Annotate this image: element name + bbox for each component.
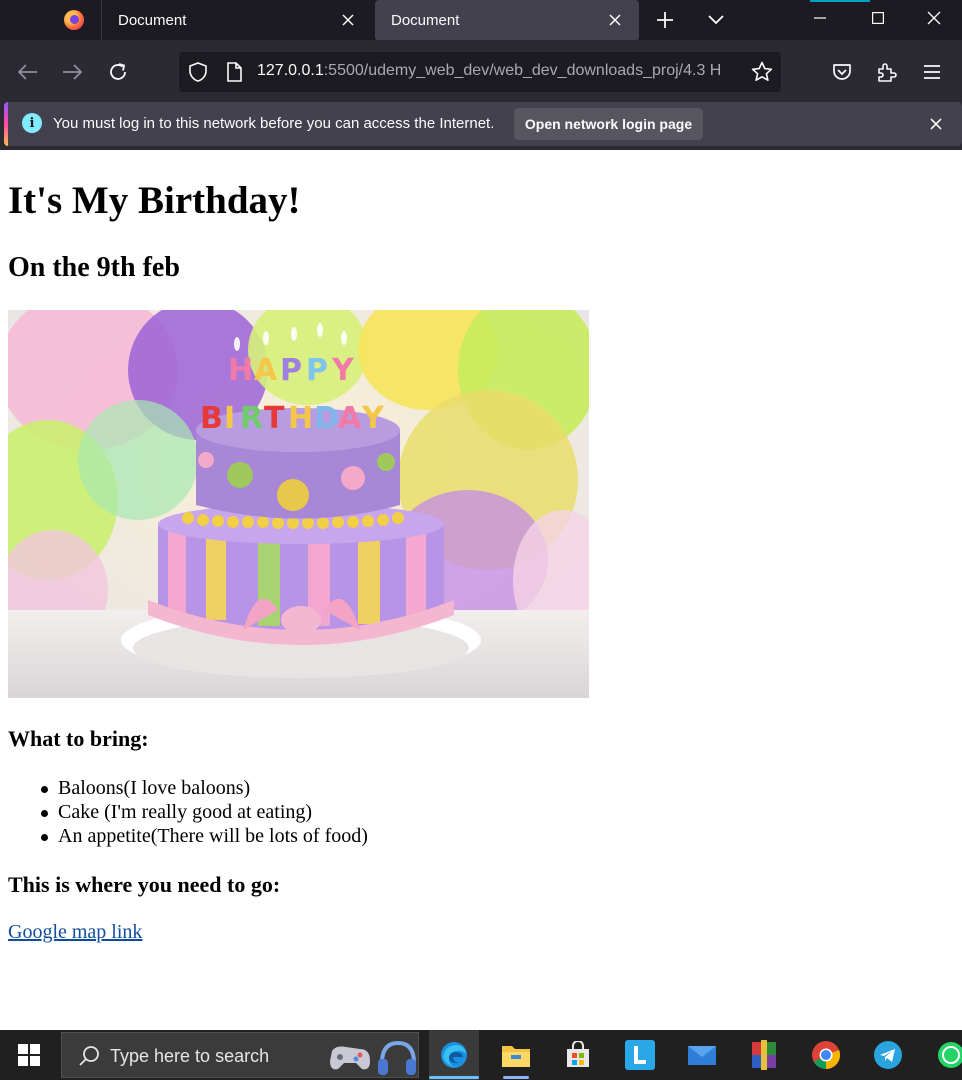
where-to-go-heading: This is where you need to go: <box>8 872 281 897</box>
page-title: It's My Birthday! <box>8 179 301 222</box>
navigation-toolbar: 127.0.0.1:5500/udemy_web_dev/web_dev_dow… <box>0 46 962 98</box>
start-button[interactable] <box>0 1030 58 1080</box>
maximize-button[interactable] <box>850 0 906 36</box>
svg-text:B: B <box>200 401 223 436</box>
plus-icon <box>657 12 673 28</box>
svg-text:P: P <box>280 353 302 388</box>
file-explorer-icon <box>502 1046 530 1067</box>
reload-icon <box>110 63 126 80</box>
bookmark-star-icon[interactable] <box>751 61 773 83</box>
svg-text:Y: Y <box>361 401 385 436</box>
list-item: An appetite(There will be lots of food) <box>8 824 368 848</box>
winrar-icon <box>752 1040 776 1070</box>
minimize-icon <box>814 17 826 19</box>
forward-button[interactable] <box>56 56 88 88</box>
taskbar-search-box[interactable]: Type here to search <box>61 1032 419 1078</box>
microsoft-store-icon <box>567 1041 589 1067</box>
taskbar-mail[interactable] <box>677 1030 727 1080</box>
extensions-button[interactable] <box>871 56 903 88</box>
minimize-button[interactable] <box>792 0 848 36</box>
svg-text:Y: Y <box>331 353 355 388</box>
reload-button[interactable] <box>102 56 134 88</box>
taskbar-winrar[interactable] <box>739 1030 789 1080</box>
mail-icon <box>688 1046 716 1065</box>
tab-title: Document <box>391 12 460 29</box>
telegram-icon <box>874 1041 902 1069</box>
close-tab-icon[interactable] <box>338 10 358 30</box>
svg-text:H: H <box>288 401 313 436</box>
page-subtitle: On the 9th feb <box>8 252 180 283</box>
search-highlight-gaming-icon <box>330 1040 416 1075</box>
taskbar-microsoft-store[interactable] <box>553 1030 603 1080</box>
web-page-content: It's My Birthday! On the 9th feb H A P P… <box>0 150 962 1030</box>
url-path: :5500/udemy_web_dev/web_dev_downloads_pr… <box>323 62 722 79</box>
l-app-icon <box>625 1040 655 1070</box>
captive-portal-notification: i You must log in to this network before… <box>0 98 962 150</box>
address-bar[interactable]: 127.0.0.1:5500/udemy_web_dev/web_dev_dow… <box>179 52 781 92</box>
tab-document-1[interactable]: Document <box>102 0 372 40</box>
google-map-link[interactable]: Google map link <box>8 921 142 944</box>
birthday-cake-image: H A P P Y B I R T H D A Y <box>8 310 589 698</box>
firefox-logo-icon <box>64 10 84 30</box>
list-all-tabs-button[interactable] <box>702 6 730 34</box>
close-notification-icon[interactable] <box>926 114 946 134</box>
windows-logo-icon <box>18 1044 40 1066</box>
list-item: Cake (I'm really good at eating) <box>8 800 368 824</box>
firefox-view-button[interactable] <box>48 0 100 40</box>
close-icon <box>927 11 941 25</box>
svg-text:D: D <box>314 401 339 436</box>
notification-box: i You must log in to this network before… <box>4 102 962 146</box>
taskbar-l-app[interactable] <box>615 1030 665 1080</box>
info-icon: i <box>22 113 42 133</box>
search-placeholder: Type here to search <box>110 1046 270 1066</box>
notification-accent-stripe <box>4 102 8 146</box>
taskbar-edge[interactable] <box>429 1030 479 1080</box>
svg-text:H: H <box>228 353 253 388</box>
pocket-icon <box>833 64 851 80</box>
taskbar-whatsapp[interactable] <box>925 1030 962 1080</box>
running-indicator <box>503 1076 529 1079</box>
maximize-icon <box>872 12 884 24</box>
forward-arrow-icon <box>63 64 82 80</box>
open-network-login-button[interactable]: Open network login page <box>514 108 703 140</box>
taskbar-telegram[interactable] <box>863 1030 913 1080</box>
windows-taskbar: Type here to search <box>0 1030 962 1080</box>
svg-text:A: A <box>338 401 362 436</box>
tab-title: Document <box>118 11 187 29</box>
url-text[interactable]: 127.0.0.1:5500/udemy_web_dev/web_dev_dow… <box>257 62 735 80</box>
list-item: Baloons(I love baloons) <box>8 776 368 800</box>
chrome-icon <box>812 1041 841 1069</box>
whatsapp-icon <box>938 1042 962 1068</box>
url-host: 127.0.0.1 <box>257 62 324 79</box>
hamburger-menu-icon <box>924 65 940 79</box>
page-info-icon[interactable] <box>223 61 245 83</box>
close-window-button[interactable] <box>906 0 962 36</box>
taskbar-file-explorer[interactable] <box>491 1030 541 1080</box>
back-arrow-icon <box>18 64 37 80</box>
svg-text:R: R <box>240 401 263 436</box>
running-indicator <box>429 1076 479 1079</box>
bring-list: Baloons(I love baloons) Cake (I'm really… <box>8 776 368 848</box>
back-button[interactable] <box>12 56 44 88</box>
svg-text:A: A <box>254 353 278 388</box>
what-to-bring-heading: What to bring: <box>8 726 149 751</box>
chevron-down-icon <box>708 15 724 25</box>
close-tab-icon[interactable] <box>605 10 625 30</box>
svg-text:T: T <box>264 401 285 436</box>
pocket-button[interactable] <box>826 56 858 88</box>
app-menu-button[interactable] <box>916 56 948 88</box>
tab-document-2[interactable]: Document <box>375 0 639 41</box>
taskbar-chrome[interactable] <box>801 1030 851 1080</box>
search-icon <box>79 1046 99 1066</box>
svg-text:P: P <box>306 353 328 388</box>
svg-text:I: I <box>224 401 235 436</box>
notification-message: You must log in to this network before y… <box>53 115 495 132</box>
edge-icon <box>441 1042 467 1068</box>
new-tab-button[interactable] <box>650 6 680 34</box>
tracking-protection-shield-icon[interactable] <box>187 61 209 83</box>
puzzle-piece-icon <box>878 63 897 82</box>
browser-tab-strip: Document Document <box>0 0 962 46</box>
